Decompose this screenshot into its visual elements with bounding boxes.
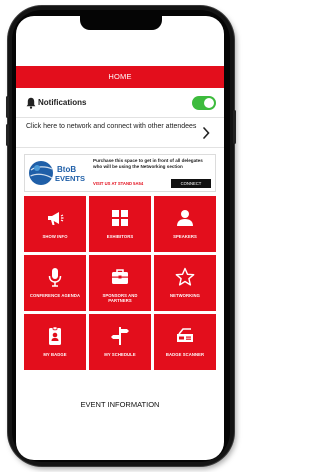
grid-icon <box>112 210 128 226</box>
tile-sponsors-partners[interactable]: SPONSORS AND PARTNERS <box>89 255 151 311</box>
event-information-link[interactable]: EVENT INFORMATION <box>16 400 224 409</box>
page-title: HOME <box>108 72 132 81</box>
toggle-knob <box>204 98 214 108</box>
notifications-label: Notifications <box>38 98 87 107</box>
tile-label: NETWORKING <box>169 293 201 298</box>
person-icon <box>177 210 193 226</box>
tile-label: SPEAKERS <box>173 234 197 239</box>
briefcase-icon <box>112 269 128 284</box>
tile-label: EXHIBITORS <box>106 234 134 239</box>
advertisement-banner[interactable]: BtoB EVENTS Purchase this space to get i… <box>24 154 216 192</box>
tile-label: CONFERENCE AGENDA <box>29 293 81 298</box>
ad-stand-text: VISIT US AT STAND 5A54 <box>93 181 144 186</box>
tile-badge-scanner[interactable]: BADGE SCANNER <box>154 314 216 370</box>
tile-speakers[interactable]: SPEAKERS <box>154 196 216 252</box>
ad-text: Purchase this space to get in front of a… <box>93 158 203 169</box>
bell-icon <box>26 97 36 109</box>
chevron-right-icon <box>203 127 210 139</box>
phone-notch <box>80 16 162 30</box>
ad-connect-button[interactable]: CONNECT <box>171 179 211 188</box>
tile-conference-agenda[interactable]: CONFERENCE AGENDA <box>24 255 86 311</box>
logo-line-2: EVENTS <box>55 174 85 183</box>
volume-down-button <box>6 124 9 146</box>
volume-up-button <box>6 96 9 118</box>
page-title-bar: HOME <box>16 66 224 88</box>
network-link[interactable]: Click here to network and connect with o… <box>16 118 224 148</box>
tile-show-info[interactable]: SHOW INFO <box>24 196 86 252</box>
tile-my-schedule[interactable]: MY SCHEDULE <box>89 314 151 370</box>
star-icon <box>175 267 195 286</box>
event-information-label: EVENT INFORMATION <box>80 400 160 409</box>
app-screen: HOME Notifications Click here to network… <box>16 16 224 460</box>
logo-line-1: BtoB <box>57 165 76 174</box>
tile-networking[interactable]: NETWORKING <box>154 255 216 311</box>
tile-label: SPONSORS AND PARTNERS <box>102 293 138 303</box>
badge-icon <box>49 326 61 345</box>
tile-exhibitors[interactable]: EXHIBITORS <box>89 196 151 252</box>
scanner-icon <box>177 328 193 342</box>
megaphone-icon <box>48 212 64 225</box>
tile-label: MY BADGE <box>43 352 67 357</box>
tile-label: BADGE SCANNER <box>165 352 205 357</box>
tile-label: MY SCHEDULE <box>104 352 136 357</box>
btob-events-logo: BtoB EVENTS <box>29 161 85 185</box>
microphone-icon <box>48 268 62 287</box>
notifications-toggle[interactable] <box>192 96 216 110</box>
power-button <box>233 110 236 144</box>
tile-my-badge[interactable]: MY BADGE <box>24 314 86 370</box>
signpost-icon <box>111 327 129 345</box>
notifications-row: Notifications <box>16 88 224 118</box>
menu-grid: SHOW INFO EXHIBITORS SPEAKERS CONFERENCE… <box>24 196 216 370</box>
tile-label: SHOW INFO <box>42 234 68 239</box>
network-link-text: Click here to network and connect with o… <box>26 123 197 130</box>
